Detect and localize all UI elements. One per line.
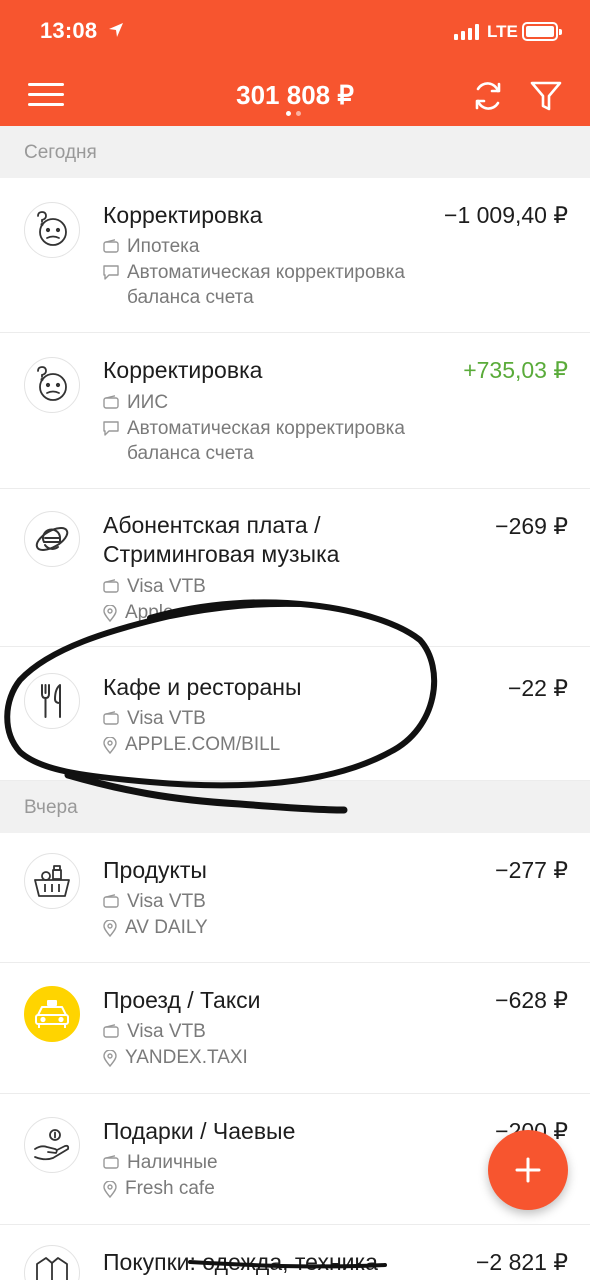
section-yesterday: Вчера (0, 781, 590, 833)
place-name: AV DAILY (125, 917, 208, 938)
taxi-icon (24, 986, 80, 1042)
section-label: Вчера (24, 797, 78, 818)
account-line: Visa VTB (103, 1019, 206, 1044)
place-line: AV DAILY (103, 915, 208, 940)
filter-icon[interactable] (528, 78, 564, 114)
note-text: Автоматическая корректировка баланса сче… (127, 262, 405, 308)
account-name: Наличные (127, 1152, 218, 1173)
transaction-row[interactable]: Проезд / Такси −628 ₽ Visa VTB YANDEX.TA… (0, 963, 590, 1094)
add-transaction-button[interactable] (488, 1130, 568, 1210)
location-pin-icon (103, 1050, 117, 1067)
wallet-icon (103, 711, 119, 725)
section-label: Сегодня (24, 142, 97, 163)
account-line: Ипотека (103, 234, 199, 259)
account-line: ИИС (103, 390, 168, 415)
transaction-amount: −277 ₽ (495, 857, 568, 883)
location-pin-icon (103, 605, 117, 622)
transaction-title: Корректировка (103, 357, 263, 383)
location-arrow-icon (109, 23, 123, 37)
account-line: Visa VTB (103, 889, 206, 914)
transaction-amount: −22 ₽ (507, 675, 568, 701)
transaction-title: Покупки: одежда, техника (103, 1249, 378, 1275)
comment-icon (103, 421, 119, 436)
place-line: YANDEX.TAXI (103, 1045, 248, 1070)
battery-icon (522, 22, 562, 41)
note-text: Автоматическая корректировка баланса сче… (127, 418, 405, 464)
transaction-title: Продукты (103, 857, 207, 883)
transaction-title: Проезд / Такси (103, 987, 261, 1013)
transaction-amount: −269 ₽ (495, 513, 568, 539)
account-name: Visa VTB (127, 576, 206, 597)
account-name: Visa VTB (127, 891, 206, 912)
network-type: LTE (487, 22, 518, 41)
transaction-title: Кафе и рестораны (103, 674, 302, 700)
note-line: Автоматическая корректировка баланса сче… (103, 260, 467, 310)
location-pin-icon (103, 1181, 117, 1198)
wallet-icon (103, 239, 119, 253)
confused-face-icon (24, 202, 80, 258)
transaction-amount: +735,03 ₽ (463, 357, 568, 383)
place-line: APPLE.COM/BILL (103, 732, 280, 757)
transaction-row[interactable]: Корректировка −1 009,40 ₽ Ипотека Автома… (0, 178, 590, 333)
section-today: Сегодня (0, 126, 590, 178)
sync-icon[interactable] (471, 79, 505, 113)
wallet-icon (103, 395, 119, 409)
wallet-icon (103, 1155, 119, 1169)
place-line: Apple (103, 600, 174, 625)
account-name: ИИС (127, 392, 169, 413)
location-pin-icon (103, 737, 117, 754)
place-name: YANDEX.TAXI (125, 1047, 248, 1068)
page-indicator (286, 111, 301, 116)
plus-icon (515, 1157, 541, 1183)
status-bar: 13:08 LTE (0, 0, 590, 66)
transaction-row[interactable]: Абонентская плата / Стриминговая музыка … (0, 489, 590, 647)
transaction-amount: −2 821 ₽ (475, 1249, 568, 1275)
wallet-icon (103, 1024, 119, 1038)
transaction-row[interactable]: Покупки: одежда, техника −2 821 ₽ (0, 1225, 590, 1280)
account-line: Наличные (103, 1150, 218, 1175)
hand-coin-icon (24, 1117, 80, 1173)
status-time: 13:08 (40, 18, 98, 43)
place-name: Apple (125, 602, 174, 623)
location-pin-icon (103, 920, 117, 937)
transaction-title: Корректировка (103, 202, 263, 228)
note-line: Автоматическая корректировка баланса сче… (103, 416, 467, 466)
comment-icon (103, 265, 119, 280)
transaction-amount: −1 009,40 ₽ (444, 202, 568, 228)
account-name: Ипотека (127, 236, 200, 257)
wallet-icon (103, 579, 119, 593)
wallet-icon (103, 894, 119, 908)
transaction-amount: −628 ₽ (495, 987, 568, 1013)
transaction-title: Подарки / Чаевые (103, 1118, 296, 1144)
transaction-title: Абонентская плата / Стриминговая музыка (103, 512, 340, 567)
fork-knife-icon (24, 673, 80, 729)
jacket-icon (24, 1245, 80, 1280)
account-line: Visa VTB (103, 706, 206, 731)
transaction-row[interactable]: Кафе и рестораны −22 ₽ Visa VTB APPLE.CO… (0, 647, 590, 781)
account-name: Visa VTB (127, 1021, 206, 1042)
account-line: Visa VTB (103, 574, 206, 599)
account-name: Visa VTB (127, 708, 206, 729)
transaction-row[interactable]: Корректировка +735,03 ₽ ИИС Автоматическ… (0, 333, 590, 489)
app-header: 301 808 ₽ (0, 66, 590, 126)
grocery-basket-icon (24, 853, 80, 909)
place-line: Fresh cafe (103, 1176, 215, 1201)
signal-icon (454, 24, 479, 40)
place-name: Fresh cafe (125, 1178, 215, 1199)
place-name: APPLE.COM/BILL (125, 734, 281, 755)
transaction-row[interactable]: Продукты −277 ₽ Visa VTB AV DAILY (0, 833, 590, 963)
confused-face-icon (24, 357, 80, 413)
internet-explorer-icon (24, 511, 80, 567)
